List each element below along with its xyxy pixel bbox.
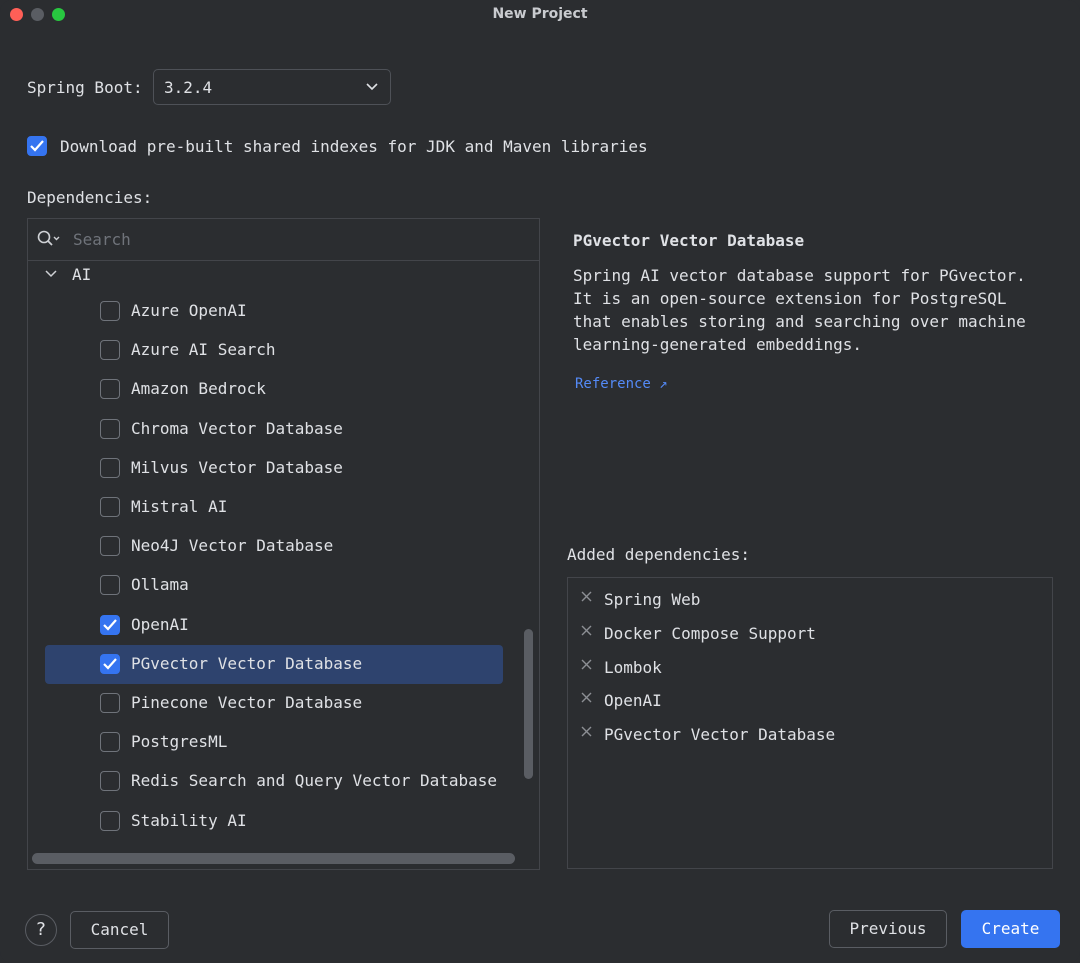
previous-button[interactable]: Previous bbox=[829, 910, 947, 948]
dependency-label: Stability AI bbox=[131, 810, 247, 830]
window-title: New Project bbox=[492, 6, 588, 22]
horizontal-scrollbar[interactable] bbox=[32, 853, 515, 864]
dependency-checkbox[interactable] bbox=[100, 810, 120, 831]
added-dependency-label: Spring Web bbox=[604, 590, 701, 609]
chevron-down-icon bbox=[366, 83, 378, 91]
dependency-label: Neo4J Vector Database bbox=[131, 536, 334, 556]
added-dependency-item: PGvector Vector Database bbox=[568, 718, 1052, 748]
dependency-label: Redis Search and Query Vector Database bbox=[131, 771, 498, 791]
dependency-checkbox[interactable] bbox=[100, 575, 120, 596]
dependency-item[interactable]: Neo4J Vector Database bbox=[45, 527, 503, 566]
download-indexes-label[interactable]: Download pre-built shared indexes for JD… bbox=[60, 137, 648, 156]
added-dependency-label: Docker Compose Support bbox=[604, 623, 816, 643]
dependency-item[interactable]: Stability AI bbox=[45, 802, 503, 841]
dependency-label: OpenAI bbox=[131, 614, 189, 634]
checkmark-icon bbox=[103, 618, 117, 631]
dependency-checkbox[interactable] bbox=[100, 418, 120, 439]
dependency-item[interactable]: PGvector Vector Database bbox=[45, 644, 503, 684]
description-title: PGvector Vector Database bbox=[573, 231, 805, 250]
dependency-label: Amazon Bedrock bbox=[131, 379, 266, 399]
chevron-down-icon[interactable] bbox=[45, 269, 57, 279]
dependency-checkbox[interactable] bbox=[100, 536, 120, 557]
dependency-label: Azure AI Search bbox=[131, 340, 276, 360]
new-project-dialog: New Project Spring Boot: 3.2.4 Download … bbox=[0, 0, 1080, 963]
dependency-item[interactable]: Mistral AI bbox=[45, 488, 503, 527]
dependency-search bbox=[28, 219, 539, 261]
spring-boot-label: Spring Boot: bbox=[27, 78, 143, 97]
remove-icon[interactable] bbox=[580, 658, 593, 671]
dependency-label: Milvus Vector Database bbox=[131, 457, 343, 477]
dependency-item[interactable]: Azure AI Search bbox=[45, 331, 503, 370]
dependency-checkbox[interactable] bbox=[100, 614, 120, 635]
dependency-checkbox[interactable] bbox=[100, 497, 120, 517]
dependency-checkbox[interactable] bbox=[100, 653, 120, 674]
dependency-item[interactable]: Chroma Vector Database bbox=[45, 410, 503, 449]
remove-icon[interactable] bbox=[580, 590, 593, 603]
dependency-label: PostgresML bbox=[131, 732, 228, 752]
added-dependency-item: Spring Web bbox=[568, 583, 1052, 613]
create-button[interactable]: Create bbox=[961, 910, 1060, 948]
dependency-item[interactable]: OpenAI bbox=[45, 606, 503, 645]
checkmark-icon bbox=[30, 140, 44, 152]
tree-group-label: AI bbox=[72, 265, 92, 284]
title-bar: New Project bbox=[0, 0, 1080, 30]
added-dependency-item: Docker Compose Support bbox=[568, 617, 1052, 647]
description-body: Spring AI vector database support for PG… bbox=[573, 266, 1026, 354]
dependency-checkbox[interactable] bbox=[100, 457, 120, 478]
dependencies-label: Dependencies: bbox=[27, 188, 153, 207]
added-dependency-item: Lombok bbox=[568, 651, 1052, 681]
vertical-scrollbar[interactable] bbox=[524, 629, 533, 779]
help-button[interactable]: ? bbox=[25, 914, 57, 946]
added-dependencies-label: Added dependencies: bbox=[567, 545, 751, 564]
dependency-label: Pinecone Vector Database bbox=[131, 693, 363, 712]
added-dependency-item: OpenAI bbox=[568, 684, 1052, 714]
checkmark-icon bbox=[103, 658, 117, 670]
tree-group-ai[interactable]: AI bbox=[28, 261, 539, 289]
dependency-item[interactable]: Ollama bbox=[45, 566, 503, 605]
dependency-label: Ollama bbox=[131, 575, 189, 595]
dependency-label: Mistral AI bbox=[131, 497, 228, 516]
added-dependency-label: OpenAI bbox=[604, 691, 662, 711]
dependency-label: PGvector Vector Database bbox=[131, 653, 363, 673]
dependency-checkbox[interactable] bbox=[100, 379, 120, 400]
search-input[interactable] bbox=[73, 227, 513, 251]
added-dependency-label: PGvector Vector Database bbox=[604, 725, 836, 745]
dependency-checkbox[interactable] bbox=[100, 693, 120, 713]
dependency-item[interactable]: Amazon Bedrock bbox=[45, 370, 503, 409]
dependency-label: Azure OpenAI bbox=[131, 301, 247, 320]
dependency-label: Chroma Vector Database bbox=[131, 418, 343, 438]
download-indexes-checkbox[interactable] bbox=[27, 136, 47, 156]
dependency-checkbox[interactable] bbox=[100, 732, 120, 753]
dependency-item[interactable]: Redis Search and Query Vector Database bbox=[45, 762, 503, 801]
remove-icon[interactable] bbox=[580, 725, 593, 738]
dependency-item[interactable]: Pinecone Vector Database bbox=[45, 684, 503, 723]
dependency-item[interactable]: Azure OpenAI bbox=[45, 292, 503, 331]
dependency-item[interactable]: Milvus Vector Database bbox=[45, 449, 503, 488]
dependency-item[interactable]: PostgresML bbox=[45, 723, 503, 762]
remove-icon[interactable] bbox=[580, 624, 593, 637]
dependency-checkbox[interactable] bbox=[100, 340, 120, 361]
search-icon[interactable] bbox=[37, 230, 63, 248]
cancel-button[interactable]: Cancel bbox=[70, 911, 169, 949]
spring-boot-version-value: 3.2.4 bbox=[164, 78, 213, 97]
added-dependencies-list: Spring Web Docker Compose Support Lombok Op… bbox=[567, 577, 1053, 869]
dependencies-tree: AI Azure OpenAI Azure AI Search Amazon Bed… bbox=[27, 218, 540, 870]
spring-boot-version-select[interactable]: 3.2.4 bbox=[153, 69, 391, 105]
remove-icon[interactable] bbox=[580, 691, 593, 704]
added-dependency-label: Lombok bbox=[604, 657, 662, 677]
dependency-checkbox[interactable] bbox=[100, 771, 120, 792]
reference-link[interactable]: Reference ↗ bbox=[575, 376, 668, 392]
dependency-checkbox[interactable] bbox=[100, 301, 120, 321]
